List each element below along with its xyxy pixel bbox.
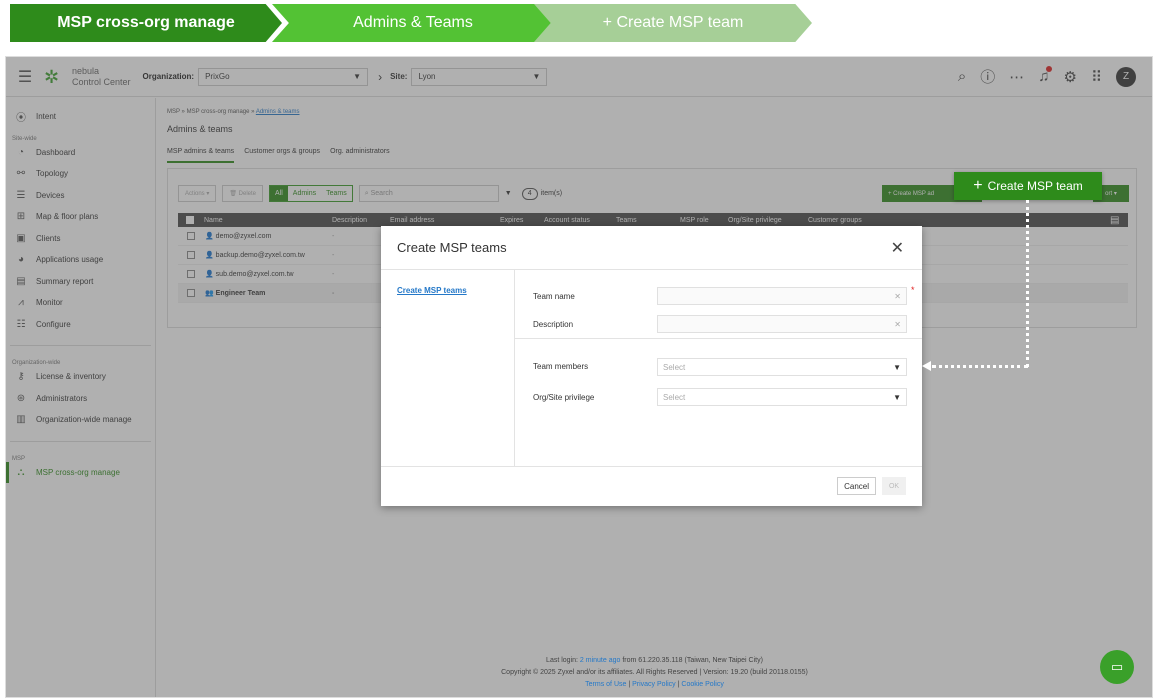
crumb-create-msp-team: + Create MSP team	[534, 4, 812, 42]
org-site-privilege-label: Org/Site privilege	[533, 392, 595, 402]
crumb-msp-cross-org: MSP cross-org manage	[10, 4, 282, 42]
team-members-select[interactable]: Select ▼	[657, 358, 907, 376]
close-icon[interactable]: ✕	[891, 238, 904, 258]
footer: Last login: 2 minute ago from 61.220.35.…	[156, 655, 1153, 691]
divider	[515, 338, 922, 339]
dialog-title: Create MSP teams	[381, 226, 922, 270]
chat-icon: ▭	[1110, 659, 1124, 674]
required-marker: *	[911, 285, 915, 295]
last-login-link[interactable]: 2 minute ago	[580, 657, 620, 664]
copyright: Copyright © 2025 Zyxel and/or its affili…	[501, 669, 808, 676]
workflow-breadcrumb: MSP cross-org manage Admins & Teams + Cr…	[10, 4, 812, 42]
privacy-link[interactable]: Privacy Policy	[632, 681, 676, 688]
caret-down-icon: ▼	[893, 392, 901, 402]
team-members-label: Team members	[533, 361, 589, 371]
dialog-footer: Cancel OK	[381, 466, 922, 506]
callout-connector	[1026, 200, 1029, 367]
crumb-admins-teams: Admins & Teams	[272, 4, 554, 42]
dialog-body: Team name ✕ * Description ✕ Team members…	[515, 270, 922, 466]
dialog-nav: Create MSP teams	[381, 270, 515, 466]
callout-connector	[932, 365, 1028, 368]
plus-icon: +	[973, 177, 983, 194]
cancel-button[interactable]: Cancel	[837, 477, 876, 495]
dialog-nav-create-msp-teams[interactable]: Create MSP teams	[397, 286, 514, 295]
terms-link[interactable]: Terms of Use	[585, 681, 626, 688]
chat-button[interactable]: ▭	[1100, 650, 1134, 684]
org-site-privilege-select[interactable]: Select ▼	[657, 388, 907, 406]
team-name-label: Team name	[533, 291, 575, 301]
cookie-link[interactable]: Cookie Policy	[681, 681, 723, 688]
clear-icon[interactable]: ✕	[894, 320, 901, 329]
caret-down-icon: ▼	[893, 362, 901, 372]
team-name-input[interactable]: ✕	[657, 287, 907, 305]
create-msp-teams-dialog: Create MSP teams ✕ Create MSP teams Team…	[381, 226, 922, 506]
create-msp-team-callout: + Create MSP team	[954, 172, 1102, 200]
description-label: Description	[533, 319, 574, 329]
ok-button[interactable]: OK	[882, 477, 906, 495]
clear-icon[interactable]: ✕	[894, 292, 901, 301]
description-input[interactable]: ✕	[657, 315, 907, 333]
arrow-left-icon	[922, 361, 931, 371]
